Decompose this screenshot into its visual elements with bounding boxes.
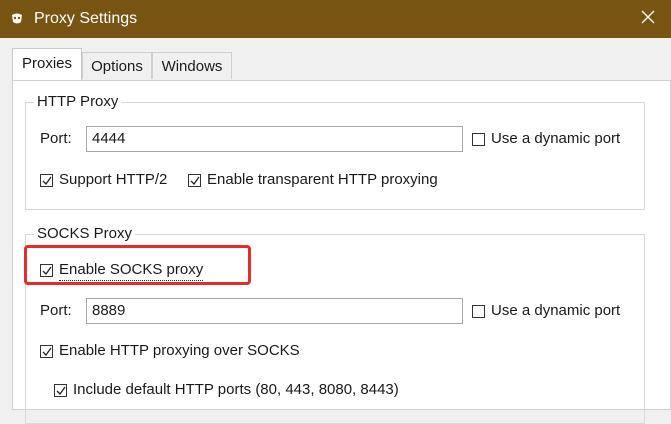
checkbox-box <box>472 304 485 318</box>
socks-dynamic-port-checkbox[interactable]: Use a dynamic port <box>472 301 620 321</box>
transparent-proxying-checkbox[interactable]: Enable transparent HTTP proxying <box>188 170 438 190</box>
checkmark-icon <box>42 347 52 356</box>
enable-socks-checkbox[interactable]: Enable SOCKS proxy <box>40 260 204 281</box>
socks-proxy-group: SOCKS Proxy Enable SOCKS proxy Port: 888… <box>25 224 645 424</box>
close-icon <box>641 10 655 28</box>
checkbox-box <box>472 132 485 146</box>
checkmark-icon <box>190 176 200 185</box>
default-http-ports-checkbox[interactable]: Include default HTTP ports (80, 443, 808… <box>54 380 399 400</box>
http-dynamic-port-checkbox[interactable]: Use a dynamic port <box>472 129 620 149</box>
app-icon <box>10 12 24 26</box>
transparent-proxying-label: Enable transparent HTTP proxying <box>207 171 438 188</box>
socks-port-input[interactable]: 8889 <box>86 298 463 324</box>
checkbox-box <box>40 264 53 277</box>
checkbox-box <box>40 173 53 187</box>
http-over-socks-label: Enable HTTP proxying over SOCKS <box>59 342 300 359</box>
checkmark-icon <box>56 386 66 395</box>
http-proxy-group: HTTP Proxy Port: 4444 Use a dynamic port… <box>25 92 645 210</box>
support-http2-checkbox[interactable]: Support HTTP/2 <box>40 170 167 190</box>
socks-port-label: Port: <box>40 302 72 319</box>
checkmark-icon <box>42 176 52 185</box>
title-bar: Proxy Settings <box>0 0 671 38</box>
tab-windows[interactable]: Windows <box>152 52 232 79</box>
window-title: Proxy Settings <box>34 10 138 27</box>
socks-proxy-legend: SOCKS Proxy <box>34 224 136 244</box>
checkbox-box <box>188 173 201 187</box>
tab-proxies[interactable]: Proxies <box>12 48 82 80</box>
support-http2-label: Support HTTP/2 <box>59 171 168 188</box>
default-http-ports-label: Include default HTTP ports (80, 443, 808… <box>73 381 399 398</box>
http-dynamic-port-label: Use a dynamic port <box>491 130 621 147</box>
tab-panel-proxies: HTTP Proxy Port: 4444 Use a dynamic port… <box>12 80 671 424</box>
tab-options[interactable]: Options <box>82 52 152 79</box>
enable-socks-label: Enable SOCKS proxy <box>59 260 204 281</box>
checkmark-icon <box>42 266 52 276</box>
checkbox-box <box>54 383 67 397</box>
http-over-socks-checkbox[interactable]: Enable HTTP proxying over SOCKS <box>40 341 300 361</box>
http-port-label: Port: <box>40 130 72 147</box>
socks-dynamic-port-label: Use a dynamic port <box>491 302 621 319</box>
checkbox-box <box>40 344 53 358</box>
http-proxy-legend: HTTP Proxy <box>34 92 122 112</box>
http-port-input[interactable]: 4444 <box>86 126 463 152</box>
close-button[interactable] <box>633 4 663 34</box>
